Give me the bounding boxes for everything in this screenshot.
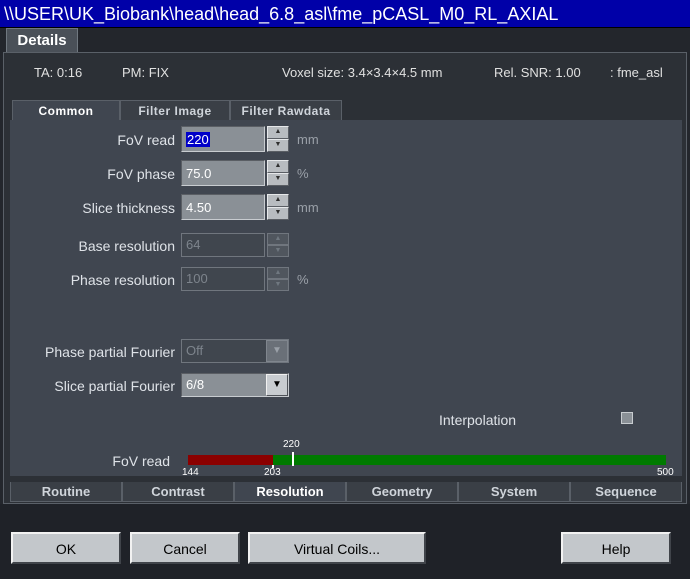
chevron-down-icon[interactable]: ▼ [266,374,288,396]
chevron-down-icon: ▼ [266,340,288,362]
spin-down-icon: ▼ [267,279,289,291]
slice-partial-fourier-label: Slice partial Fourier [54,378,175,394]
fov-phase-input[interactable]: 75.0 [181,160,265,186]
fov-read-label: FoV read [117,132,175,148]
cancel-button[interactable]: Cancel [130,532,240,564]
fov-phase-label: FoV phase [107,166,175,182]
bottom-tabs: Routine Contrast Resolution Geometry Sys… [10,482,682,502]
spin-down-icon[interactable]: ▼ [267,139,289,152]
subtab-filter-rawdata[interactable]: Filter Rawdata [230,100,342,120]
tab-system[interactable]: System [458,482,570,502]
slice-thickness-unit: mm [297,200,319,215]
spin-up-icon: ▲ [267,233,289,245]
fov-read-value: 220 [186,132,210,147]
interpolation-checkbox[interactable] [621,412,633,424]
sequence-readout: : fme_asl [610,65,663,80]
range-bar-limit: 203 [264,467,281,478]
tab-resolution[interactable]: Resolution [234,482,346,502]
spin-up-icon[interactable]: ▲ [267,126,289,139]
fov-phase-unit: % [297,166,309,181]
range-bar-label: FoV read [112,453,170,469]
fov-phase-spinner[interactable]: ▲ ▼ [267,160,289,186]
phase-resolution-label: Phase resolution [70,272,175,288]
phase-resolution-spinner: ▲ ▼ [267,267,289,291]
window-title: \\USER\UK_Biobank\head\head_6.8_asl\fme_… [0,0,690,28]
subtab-filter-image[interactable]: Filter Image [120,100,230,120]
ok-button[interactable]: OK [11,532,121,564]
base-resolution-input: 64 [181,233,265,257]
spin-up-icon[interactable]: ▲ [267,160,289,173]
slice-thickness-spinner[interactable]: ▲ ▼ [267,194,289,220]
tab-contrast[interactable]: Contrast [122,482,234,502]
details-panel: TA: 0:16 PM: FIX Voxel size: 3.4×3.4×4.5… [3,52,687,504]
snr-readout: Rel. SNR: 1.00 [494,65,581,80]
range-bar-min: 144 [182,467,199,478]
virtual-coils-button[interactable]: Virtual Coils... [248,532,426,564]
spin-down-icon[interactable]: ▼ [267,173,289,186]
tab-routine[interactable]: Routine [10,482,122,502]
base-resolution-label: Base resolution [78,238,175,254]
range-bar-valid-segment [273,455,666,465]
range-bar-current-value: 220 [283,439,300,450]
common-content: FoV read 220 ▲ ▼ mm FoV phase 75.0 ▲ ▼ % S… [10,120,682,478]
pm-readout: PM: FIX [122,65,169,80]
slice-thickness-label: Slice thickness [82,200,175,216]
interpolation-label: Interpolation [439,412,517,428]
base-resolution-spinner: ▲ ▼ [267,233,289,257]
tab-details[interactable]: Details [6,28,78,52]
voxel-size-readout: Voxel size: 3.4×3.4×4.5 mm [282,65,443,80]
phase-resolution-unit: % [297,272,309,287]
info-bar: TA: 0:16 PM: FIX Voxel size: 3.4×3.4×4.5… [4,65,686,85]
fov-read-unit: mm [297,132,319,147]
help-button[interactable]: Help [561,532,671,564]
button-bar: OK Cancel Virtual Coils... Help [0,504,690,579]
spin-down-icon[interactable]: ▼ [267,207,289,220]
fov-read-spinner[interactable]: ▲ ▼ [267,126,289,152]
spin-up-icon[interactable]: ▲ [267,194,289,207]
fov-read-input[interactable]: 220 [181,126,265,152]
tab-sequence[interactable]: Sequence [570,482,682,502]
phase-partial-fourier-label: Phase partial Fourier [45,344,175,360]
tab-geometry[interactable]: Geometry [346,482,458,502]
range-bar-max: 500 [657,467,674,478]
spin-down-icon: ▼ [267,245,289,257]
spin-up-icon: ▲ [267,267,289,279]
phase-resolution-input: 100 [181,267,265,291]
subtab-common[interactable]: Common [12,100,120,121]
range-bar-invalid-segment [188,455,273,465]
range-bar-marker[interactable] [292,452,294,466]
slice-thickness-input[interactable]: 4.50 [181,194,265,220]
ta-readout: TA: 0:16 [34,65,83,80]
